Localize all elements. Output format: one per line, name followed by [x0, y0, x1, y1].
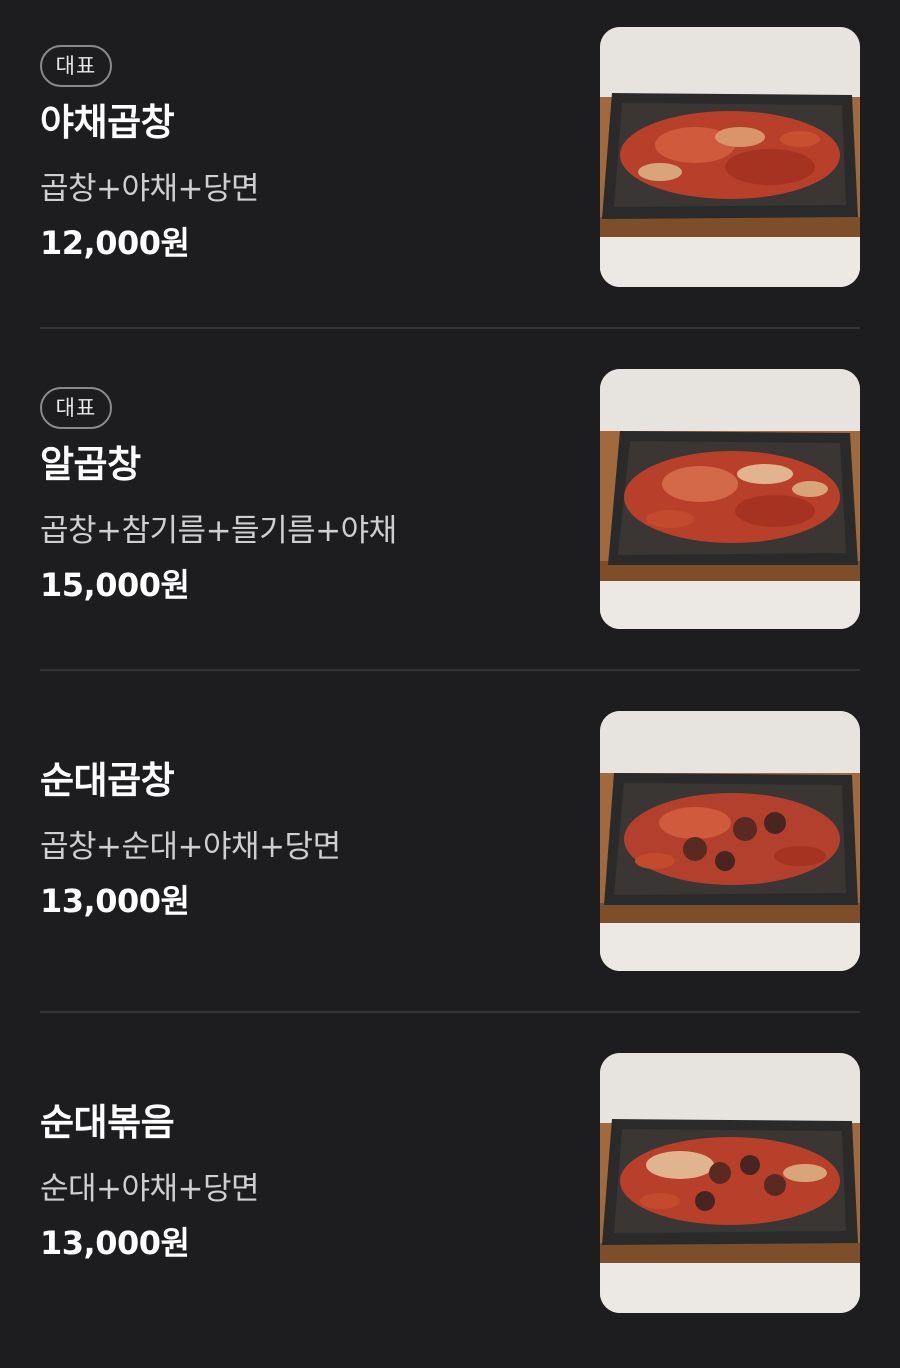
- menu-item-description: 곱창+참기름+들기름+야채: [40, 513, 397, 549]
- menu-item-info: 대표 알곱창 곱창+참기름+들기름+야채 15,000원: [40, 342, 560, 684]
- divider: [40, 669, 860, 671]
- menu-item[interactable]: 대표 알곱창 곱창+참기름+들기름+야채 15,000원: [0, 342, 900, 684]
- menu-item-price: 13,000원: [40, 882, 190, 920]
- menu-item-description: 곱창+야채+당면: [40, 171, 260, 207]
- menu-item[interactable]: 대표 야채곱창 곱창+야채+당면 12,000원: [0, 0, 900, 342]
- menu-item-info: 순대곱창 곱창+순대+야채+당면 13,000원: [40, 684, 560, 1026]
- menu-item-description: 순대+야채+당면: [40, 1171, 260, 1207]
- dish-photo-graphic: [600, 27, 860, 287]
- signature-badge: 대표: [40, 387, 112, 429]
- menu-item-price: 13,000원: [40, 1224, 190, 1262]
- menu-item-price: 15,000원: [40, 566, 190, 604]
- menu-item-photo: [600, 1053, 860, 1313]
- dish-photo-graphic: [600, 711, 860, 971]
- menu-item-photo: [600, 27, 860, 287]
- menu-item-description: 곱창+순대+야채+당면: [40, 829, 341, 865]
- menu-item-info: 순대볶음 순대+야채+당면 13,000원: [40, 1026, 560, 1368]
- menu-item-photo: [600, 711, 860, 971]
- menu-item-name: 야채곱창: [40, 101, 175, 144]
- menu-item-price: 12,000원: [40, 224, 190, 262]
- menu-item-name: 순대곱창: [40, 759, 175, 802]
- dish-photo-graphic: [600, 1053, 860, 1313]
- menu-item-info: 대표 야채곱창 곱창+야채+당면 12,000원: [40, 0, 560, 342]
- divider: [40, 1011, 860, 1013]
- divider: [40, 327, 860, 329]
- menu-list: 대표 야채곱창 곱창+야채+당면 12,000원 대표 알곱창 곱창+참기름+들…: [0, 0, 900, 1333]
- menu-item-name: 순대볶음: [40, 1101, 175, 1144]
- menu-item-photo: [600, 369, 860, 629]
- menu-item-name: 알곱창: [40, 443, 141, 486]
- menu-item[interactable]: 순대곱창 곱창+순대+야채+당면 13,000원: [0, 684, 900, 1026]
- menu-item[interactable]: 순대볶음 순대+야채+당면 13,000원: [0, 1026, 900, 1368]
- dish-photo-graphic: [600, 369, 860, 629]
- signature-badge: 대표: [40, 45, 112, 87]
